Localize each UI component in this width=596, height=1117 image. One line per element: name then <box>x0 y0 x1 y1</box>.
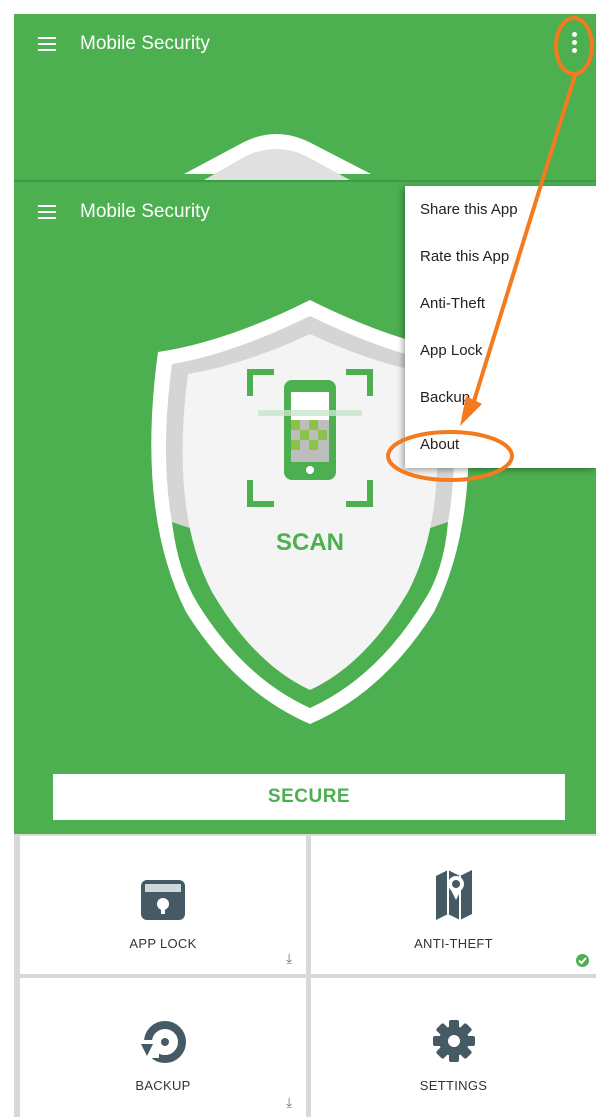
menu-item-backup[interactable]: Backup <box>405 374 596 421</box>
anti-theft-label: ANTI-THEFT <box>414 936 493 951</box>
backup-tile[interactable]: BACKUP ⤓ <box>20 978 306 1117</box>
settings-tile[interactable]: SETTINGS <box>311 978 596 1117</box>
download-icon: ⤓ <box>286 950 293 966</box>
background-app-bar: Mobile Security <box>14 14 596 180</box>
menu-item-about[interactable]: About <box>405 421 596 468</box>
feature-grid: APP LOCK ⤓ ANTI-THEFT BACKUP ⤓ SETTINGS <box>14 834 596 1117</box>
menu-item-app-lock[interactable]: App Lock <box>405 327 596 374</box>
app-lock-label: APP LOCK <box>129 936 197 951</box>
check-icon <box>576 954 589 967</box>
overflow-menu: Share this App Rate this App Anti-Theft … <box>405 186 596 468</box>
menu-item-share[interactable]: Share this App <box>405 186 596 233</box>
app-lock-icon <box>141 880 185 920</box>
screenshot-frame: Mobile Security Mobile Security SCAN SEC… <box>0 0 596 1117</box>
scan-label: SCAN <box>276 529 344 556</box>
anti-theft-tile[interactable]: ANTI-THEFT <box>311 836 596 974</box>
menu-item-anti-theft[interactable]: Anti-Theft <box>405 280 596 327</box>
app-lock-tile[interactable]: APP LOCK ⤓ <box>20 836 306 974</box>
menu-icon[interactable] <box>38 205 56 219</box>
backup-label: BACKUP <box>135 1078 191 1093</box>
menu-item-rate[interactable]: Rate this App <box>405 233 596 280</box>
device-screen: Mobile Security Mobile Security SCAN SEC… <box>14 14 596 1117</box>
shield-top-graphic <box>184 134 371 180</box>
backup-icon <box>141 1021 186 1063</box>
anti-theft-map-icon <box>435 870 472 920</box>
download-icon: ⤓ <box>286 1094 293 1110</box>
gear-icon <box>432 1020 475 1062</box>
secure-button[interactable]: SECURE <box>53 774 565 820</box>
settings-label: SETTINGS <box>419 1078 488 1093</box>
main-app-title: Mobile Security <box>80 201 210 222</box>
